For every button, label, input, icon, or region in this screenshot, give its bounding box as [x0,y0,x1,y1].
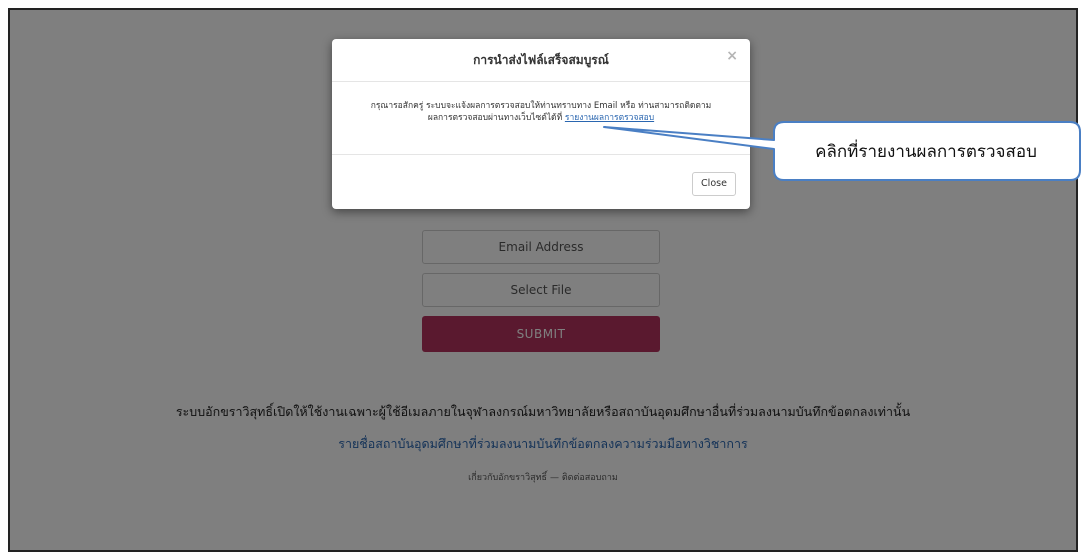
dialog-title: การนำส่งไฟล์เสร็จสมบูรณ์ [473,53,609,67]
dialog-footer: Close [332,155,750,209]
close-button[interactable]: Close [692,172,736,196]
dialog-header: การนำส่งไฟล์เสร็จสมบูรณ์ × [332,39,750,82]
screenshot-frame: Email Address Select File SUBMIT ระบบอัก… [8,8,1078,552]
dialog-body: กรุณารอสักครู่ ระบบจะแจ้งผลการตรวจสอบให้… [332,82,750,155]
upload-complete-dialog: การนำส่งไฟล์เสร็จสมบูรณ์ × กรุณารอสักครู… [332,39,750,209]
close-icon[interactable]: × [726,39,738,73]
report-link[interactable]: รายงานผลการตรวจสอบ [565,113,654,123]
dialog-message-line1: กรุณารอสักครู่ ระบบจะแจ้งผลการตรวจสอบให้… [370,101,712,111]
callout-text: คลิกที่รายงานผลการตรวจสอบ [815,141,1037,162]
dialog-message-line2: ผลการตรวจสอบผ่านทางเว็บไซต์ได้ที่ รายงาน… [350,112,732,124]
dialog-message-prefix: ผลการตรวจสอบผ่านทางเว็บไซต์ได้ที่ [427,113,563,123]
